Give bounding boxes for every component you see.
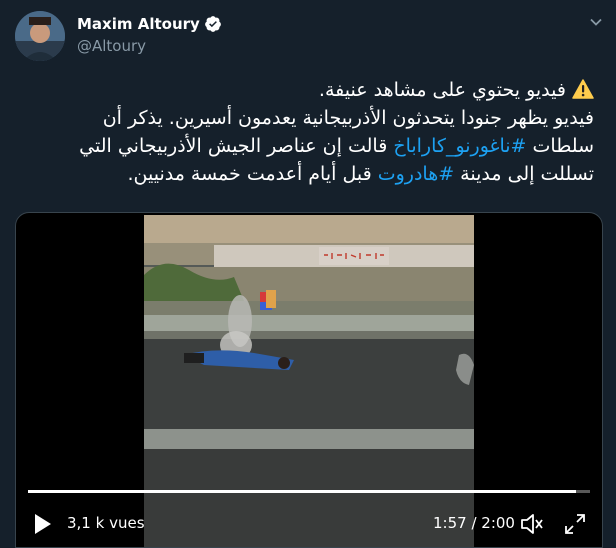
warning-icon [572,79,594,99]
hashtag-link-hadrut[interactable]: #هادروت [378,163,454,185]
volume-muted-icon[interactable] [519,511,545,537]
tweet-text: فيديو يحتوي على مشاهد عنيفة. فيديو يظهر … [14,76,594,188]
display-name-text[interactable]: Maxim Altoury [77,15,200,33]
tweet-line-1-text: فيديو يحتوي على مشاهد عنيفة. [318,79,572,101]
fullscreen-icon[interactable] [563,512,587,536]
play-button[interactable] [29,511,55,537]
author-avatar[interactable] [15,11,65,61]
hashtag-link-karabakh[interactable]: #ناغورنو_كاراباخ [393,135,526,157]
chevron-down-icon[interactable] [588,14,604,30]
tweet-line-1: فيديو يحتوي على مشاهد عنيفة. [14,76,594,104]
tweet-line-4-before: تسللت إلى مدينة [454,163,594,185]
tweet-line-3-before: سلطات [526,135,594,157]
video-player[interactable]: 3,1 k vues 1:57 / 2:00 [15,212,603,548]
tweet-line-4: تسللت إلى مدينة #هادروت قبل أيام أعدمت خ… [14,160,594,188]
tweet-line-3: سلطات #ناغورنو_كاراباخ قالت إن عناصر الج… [14,132,594,160]
video-time: 1:57 / 2:00 [433,514,515,532]
view-count: 3,1 k vues [67,514,145,532]
verified-badge-icon [204,16,221,32]
video-progress-bar[interactable] [28,490,590,493]
tweet-line-4-after: قبل أيام أعدمت خمسة مدنيين. [127,163,378,185]
video-frame[interactable] [144,215,474,547]
author-display-name[interactable]: Maxim Altoury [77,15,222,33]
author-handle[interactable]: @Altoury [77,37,146,55]
tweet-line-3-after: قالت إن عناصر الجيش الأذربيجاني التي [79,135,394,157]
video-progress-fill [28,490,576,493]
tweet-line-2: فيديو يظهر جنودا يتحدثون الأذربيجانية يع… [102,107,594,129]
